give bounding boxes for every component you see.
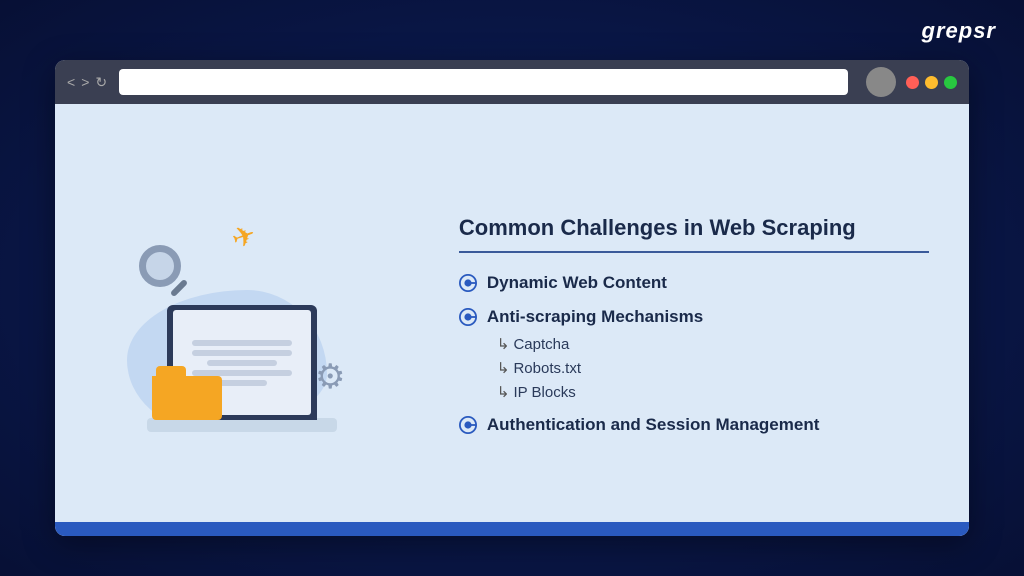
paper-plane-icon: ✈ (227, 217, 260, 256)
title-divider (459, 251, 929, 253)
sub-item-robots: ↳Robots.txt (497, 359, 703, 377)
close-button[interactable] (906, 76, 919, 89)
challenge-label-auth: Authentication and Session Management (487, 415, 820, 435)
gear-icon: ⚙ (315, 360, 355, 400)
back-button[interactable]: < (67, 74, 75, 90)
magnifier-icon (139, 245, 194, 300)
folder-body (152, 376, 222, 420)
grepsr-logo: grepsr (922, 18, 996, 44)
mag-circle (139, 245, 181, 287)
list-item: Dynamic Web Content (459, 273, 929, 293)
browser-toolbar: < > ↻ (55, 60, 969, 104)
folder-icon (152, 366, 222, 418)
doc-line-1 (192, 340, 293, 346)
challenge-list: Dynamic Web Content Anti-scraping Mechan… (459, 273, 929, 435)
sub-item-captcha: ↳Captcha (497, 335, 703, 353)
browser-content: ⚙ ✈ Common Challenges in Web Scraping Dy… (55, 104, 969, 536)
arrow-icon-robots: ↳ (497, 360, 510, 377)
arrow-icon-ipblocks: ↳ (497, 384, 510, 401)
challenge-label-antiscraping: Anti-scraping Mechanisms (487, 307, 703, 326)
maximize-button[interactable] (944, 76, 957, 89)
forward-button[interactable]: > (81, 74, 89, 90)
illustration: ⚙ ✈ (117, 190, 377, 450)
challenge-label-dynamic: Dynamic Web Content (487, 273, 667, 293)
address-bar[interactable] (119, 69, 848, 95)
bullet-icon-antiscraping (459, 308, 477, 326)
list-item: Authentication and Session Management (459, 415, 929, 435)
doc-line-3 (207, 360, 276, 366)
window-controls (906, 76, 957, 89)
refresh-button[interactable]: ↻ (95, 74, 107, 91)
toolbar-left: < > ↻ (67, 67, 896, 97)
bullet-icon-dynamic (459, 274, 477, 292)
antiscraping-group: Anti-scraping Mechanisms ↳Captcha ↳Robot… (487, 307, 703, 401)
doc-line-2 (192, 350, 293, 356)
illustration-area: ⚙ ✈ (55, 104, 439, 536)
content-area: Common Challenges in Web Scraping Dynami… (439, 104, 969, 536)
folder-tab (156, 366, 186, 376)
mag-handle (170, 279, 188, 297)
bottom-bar (55, 522, 969, 536)
doc-line-5 (217, 380, 267, 386)
browser-window: < > ↻ (55, 60, 969, 536)
bullet-icon-auth (459, 416, 477, 434)
sub-list-antiscraping: ↳Captcha ↳Robots.txt ↳IP Blocks (487, 335, 703, 401)
profile-avatar[interactable] (866, 67, 896, 97)
laptop-base (147, 418, 337, 432)
arrow-icon-captcha: ↳ (497, 336, 510, 353)
nav-buttons: < > ↻ (67, 74, 107, 91)
list-item: Anti-scraping Mechanisms ↳Captcha ↳Robot… (459, 307, 929, 401)
page-title: Common Challenges in Web Scraping (459, 215, 929, 241)
minimize-button[interactable] (925, 76, 938, 89)
sub-item-ipblocks: ↳IP Blocks (497, 383, 703, 401)
